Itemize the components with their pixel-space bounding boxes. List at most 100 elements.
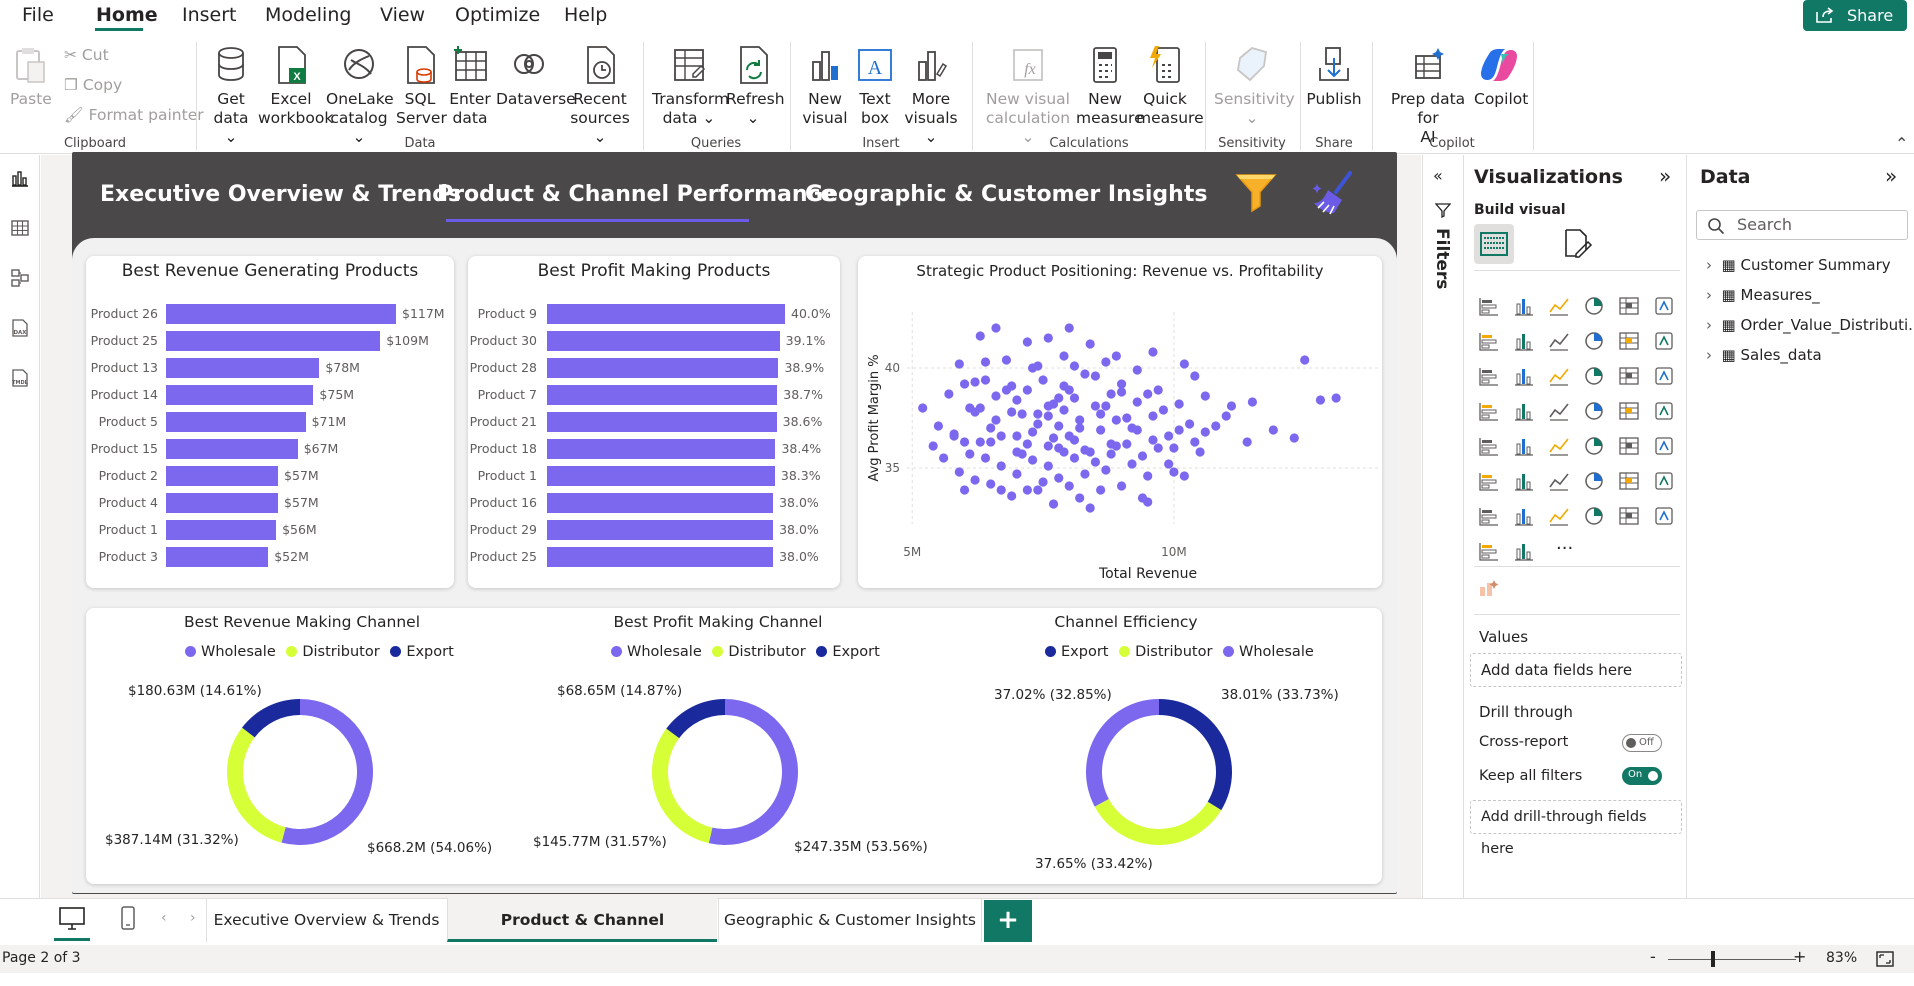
scatter-point[interactable] bbox=[944, 389, 953, 398]
transform-data-button[interactable]: Transformdata ⌄ bbox=[652, 44, 726, 128]
scatter-point[interactable] bbox=[991, 391, 1000, 400]
scatter-point[interactable] bbox=[1127, 459, 1136, 468]
scatter-point[interactable] bbox=[1143, 471, 1152, 480]
values-drop-zone[interactable]: Add data fields here bbox=[1470, 653, 1682, 687]
zoom-in-button[interactable]: + bbox=[1793, 947, 1806, 966]
model-view-icon[interactable] bbox=[9, 267, 31, 289]
scatter-point[interactable] bbox=[1164, 459, 1173, 468]
scatter-point[interactable] bbox=[1091, 371, 1100, 380]
menu-help[interactable]: Help bbox=[564, 4, 607, 26]
scatter-point[interactable] bbox=[1086, 503, 1095, 512]
enter-data-button[interactable]: Enterdata bbox=[446, 44, 494, 128]
scatter-point[interactable] bbox=[1007, 407, 1016, 416]
scatter-point[interactable] bbox=[1080, 469, 1089, 478]
scatter-point[interactable] bbox=[1023, 439, 1032, 448]
scatter-point[interactable] bbox=[986, 437, 995, 446]
matrix-icon[interactable] bbox=[1617, 434, 1641, 458]
scatter-point[interactable] bbox=[1211, 421, 1220, 430]
scatter-point[interactable] bbox=[1028, 363, 1037, 372]
scatter-point[interactable] bbox=[1075, 423, 1084, 432]
scatter-point[interactable] bbox=[955, 359, 964, 368]
stacked-area-chart-icon[interactable] bbox=[1547, 329, 1571, 353]
scatter-point[interactable] bbox=[1227, 401, 1236, 410]
scatter-point[interactable] bbox=[976, 403, 985, 412]
scatter-point[interactable] bbox=[1002, 355, 1011, 364]
data-table-order-value[interactable]: › ▦ Order_Value_Distributi... bbox=[1706, 316, 1914, 334]
data-search-input[interactable]: Search bbox=[1696, 210, 1908, 240]
scatter-point[interactable] bbox=[1023, 337, 1032, 346]
new-visual-button[interactable]: Newvisual bbox=[800, 44, 850, 128]
scatter-point[interactable] bbox=[1038, 477, 1047, 486]
donut-slice[interactable] bbox=[652, 729, 712, 844]
nav-tab-executive-overview[interactable]: Executive Overview & Trends bbox=[100, 182, 461, 207]
scatter-point[interactable] bbox=[1117, 481, 1126, 490]
scatter-point[interactable] bbox=[1133, 397, 1142, 406]
collapse-visualizations-icon[interactable]: » bbox=[1659, 164, 1671, 188]
bar[interactable] bbox=[547, 547, 773, 567]
bar[interactable] bbox=[166, 412, 306, 432]
scatter-point[interactable] bbox=[1012, 395, 1021, 404]
dataverse-button[interactable]: Dataverse bbox=[496, 44, 562, 109]
scatter-point[interactable] bbox=[1028, 455, 1037, 464]
scatter-point[interactable] bbox=[1096, 425, 1105, 434]
scatter-point[interactable] bbox=[1086, 339, 1095, 348]
scatter-point[interactable] bbox=[1169, 467, 1178, 476]
button-slicer-icon[interactable] bbox=[1582, 504, 1606, 528]
gauge-icon[interactable] bbox=[1617, 399, 1641, 423]
menu-insert[interactable]: Insert bbox=[182, 4, 237, 26]
scatter-point[interactable] bbox=[1201, 427, 1210, 436]
scatter-point[interactable] bbox=[976, 331, 985, 340]
bar[interactable] bbox=[166, 520, 276, 540]
scatter-point[interactable] bbox=[976, 437, 985, 446]
scatter-point[interactable] bbox=[1096, 409, 1105, 418]
scatter-point[interactable] bbox=[1222, 411, 1231, 420]
recent-sources-button[interactable]: Recentsources ⌄ bbox=[566, 44, 634, 147]
scatter-point[interactable] bbox=[981, 375, 990, 384]
bar[interactable] bbox=[166, 547, 268, 567]
onelake-catalog-button[interactable]: OneLakecatalog ⌄ bbox=[326, 44, 392, 147]
scatter-point[interactable] bbox=[1133, 425, 1142, 434]
donut-slice[interactable] bbox=[1095, 799, 1222, 845]
scatter-point[interactable] bbox=[997, 485, 1006, 494]
azure-map-icon[interactable] bbox=[1582, 399, 1606, 423]
bar[interactable] bbox=[166, 385, 313, 405]
paste-button[interactable]: Paste bbox=[10, 44, 50, 109]
expand-filters-icon[interactable]: « bbox=[1433, 166, 1443, 185]
menu-modeling[interactable]: Modeling bbox=[265, 4, 351, 26]
collapse-data-pane-icon[interactable]: » bbox=[1885, 164, 1897, 188]
line-stacked-column-chart-icon[interactable] bbox=[1617, 329, 1641, 353]
scatter-point[interactable] bbox=[1269, 425, 1278, 434]
cut-button[interactable]: ✂ Cut bbox=[64, 46, 109, 64]
donut-slice[interactable] bbox=[242, 699, 300, 737]
key-influencers-icon[interactable] bbox=[1512, 469, 1536, 493]
bar[interactable] bbox=[547, 412, 777, 432]
bar[interactable] bbox=[547, 304, 785, 324]
zoom-out-button[interactable]: - bbox=[1650, 947, 1656, 966]
scatter-point[interactable] bbox=[1059, 405, 1068, 414]
donut-slice[interactable] bbox=[1086, 699, 1159, 807]
scroll-tabs-left-icon[interactable]: ‹ bbox=[161, 910, 167, 926]
stacked-bar-chart-icon[interactable] bbox=[1477, 294, 1501, 318]
scatter-point[interactable] bbox=[1300, 355, 1309, 364]
menu-home[interactable]: Home bbox=[96, 4, 158, 26]
scatter-point[interactable] bbox=[960, 379, 969, 388]
scatter-point[interactable] bbox=[1332, 393, 1341, 402]
bar[interactable] bbox=[547, 493, 773, 513]
scatter-point[interactable] bbox=[1169, 443, 1178, 452]
add-page-button[interactable]: + bbox=[984, 900, 1032, 942]
scatter-point[interactable] bbox=[960, 437, 969, 446]
drill-through-drop-zone[interactable]: Add drill-through fields here bbox=[1470, 800, 1682, 834]
scatter-point[interactable] bbox=[1112, 415, 1121, 424]
scatter-point[interactable] bbox=[1122, 413, 1131, 422]
scatter-point[interactable] bbox=[1148, 347, 1157, 356]
scatter-point[interactable] bbox=[1065, 385, 1074, 394]
text-box-button[interactable]: A Textbox bbox=[852, 44, 898, 128]
scatter-point[interactable] bbox=[1107, 449, 1116, 458]
dax-query-view-icon[interactable]: DAX bbox=[9, 317, 31, 339]
scatter-point[interactable] bbox=[1159, 405, 1168, 414]
bar[interactable] bbox=[166, 439, 298, 459]
scatter-point[interactable] bbox=[929, 441, 938, 450]
scatter-point[interactable] bbox=[1012, 447, 1021, 456]
scatter-point[interactable] bbox=[1091, 457, 1100, 466]
bar[interactable] bbox=[166, 331, 380, 351]
